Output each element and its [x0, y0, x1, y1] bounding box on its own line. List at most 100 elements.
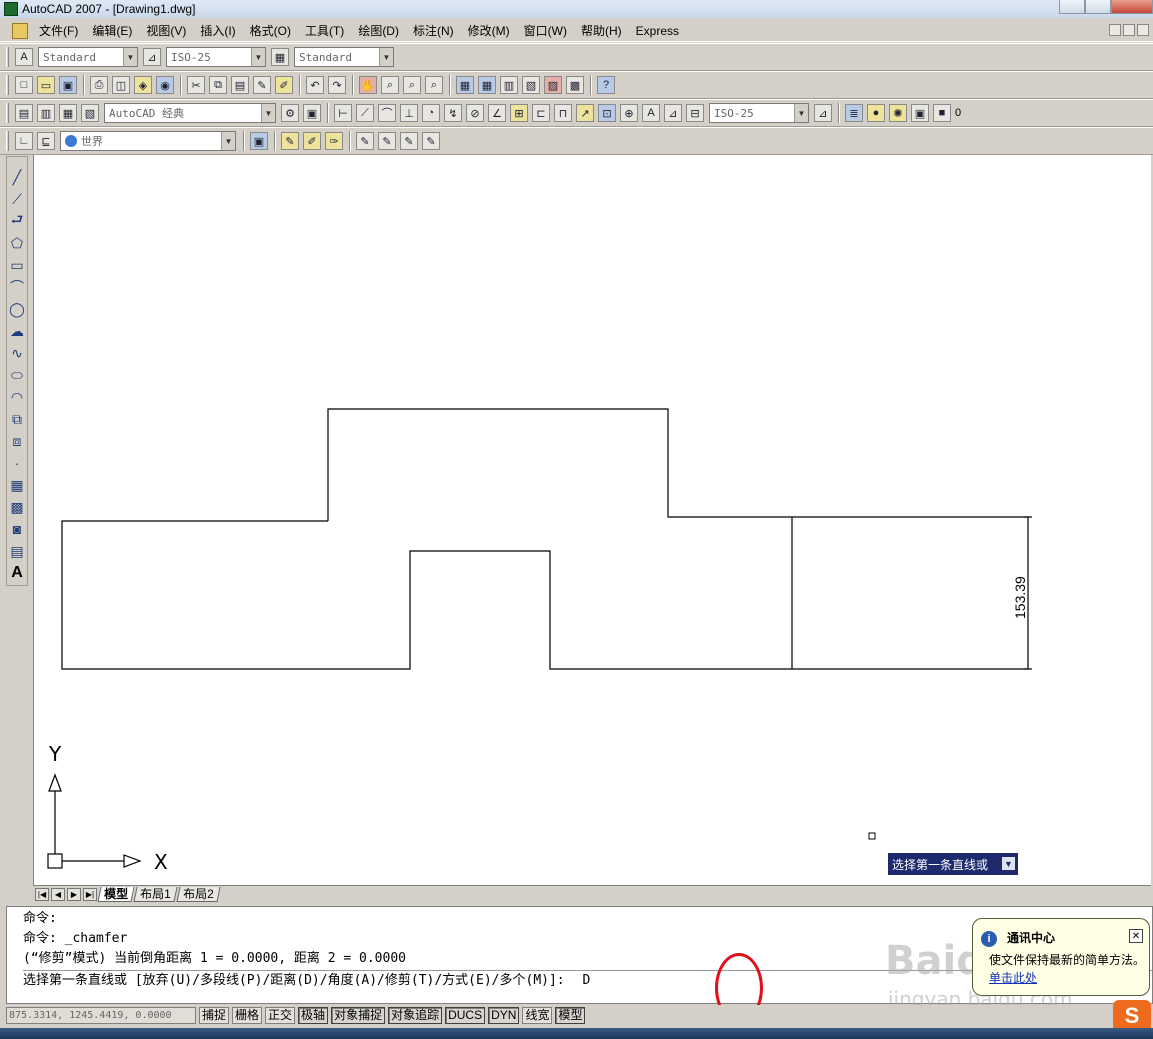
maximize-button[interactable] — [1085, 0, 1111, 14]
toggle-model[interactable]: 模型 — [555, 1006, 586, 1024]
redo-icon[interactable]: ↷ — [328, 76, 346, 94]
workspace-settings-icon[interactable]: ▥ — [37, 104, 55, 122]
ellipse-tool-icon[interactable]: ⬭ — [8, 365, 26, 385]
workspace-lock-icon[interactable]: ▣ — [303, 104, 321, 122]
new-file-icon[interactable]: □ — [15, 76, 33, 94]
open-file-icon[interactable]: ▭ — [37, 76, 55, 94]
toggle-dyn[interactable]: DYN — [488, 1006, 520, 1024]
region-tool-icon[interactable]: ◙ — [8, 519, 26, 539]
toolbar-grip[interactable] — [6, 131, 9, 151]
construction-line-icon[interactable]: ⟋ — [8, 189, 26, 209]
help-icon[interactable]: ? — [597, 76, 615, 94]
toolbar-grip[interactable] — [6, 103, 9, 123]
calculator-icon[interactable]: ▩ — [566, 76, 584, 94]
drawing-canvas[interactable]: 153.39 Y X 选择第一条直线或 ▼ — [33, 155, 1151, 885]
toggle-ducs[interactable]: DUCS — [445, 1006, 486, 1024]
command-input[interactable]: D — [582, 973, 590, 988]
dim-style-manager-icon[interactable]: ⊿ — [814, 104, 832, 122]
arc-tool-icon[interactable]: ⌒ — [8, 277, 26, 297]
edit-hatch-icon[interactable]: ✐ — [303, 132, 321, 150]
polyline-tool-icon[interactable]: ⮐ — [8, 211, 26, 231]
doc-restore-button[interactable] — [1123, 24, 1135, 36]
revision-cloud-icon[interactable]: ☁ — [8, 321, 26, 341]
toggle-snap[interactable]: 捕捉 — [199, 1006, 230, 1024]
menu-help[interactable]: 帮助(H) — [574, 20, 629, 42]
dimension-edit-icon[interactable]: A — [642, 104, 660, 122]
workspace-customize-icon[interactable]: ▧ — [81, 104, 99, 122]
zoom-realtime-icon[interactable]: ⌕ — [381, 76, 399, 94]
layer-name[interactable]: 0 — [955, 107, 961, 119]
rectangle-tool-icon[interactable]: ▭ — [8, 255, 26, 275]
dimension-update-icon[interactable]: ⊟ — [686, 104, 704, 122]
menu-view[interactable]: 视图(V) — [139, 20, 193, 42]
paste-icon[interactable]: ▤ — [231, 76, 249, 94]
multiline-text-icon[interactable]: A — [8, 563, 26, 583]
dim-style-icon[interactable]: ⊿ — [143, 48, 161, 66]
zoom-window-icon[interactable]: ⌕ — [403, 76, 421, 94]
dwf-icon[interactable]: ◉ — [156, 76, 174, 94]
point-tool-icon[interactable]: · — [8, 453, 26, 473]
previous-tab-icon[interactable]: ◀ — [51, 887, 65, 901]
workspace-icon[interactable]: ▤ — [15, 104, 33, 122]
menu-edit[interactable]: 编辑(E) — [85, 20, 139, 42]
make-block-icon[interactable]: ⧈ — [8, 431, 26, 451]
aligned-dimension-icon[interactable]: ⟋ — [356, 104, 374, 122]
menu-file[interactable]: 文件(F) — [32, 20, 85, 42]
cut-icon[interactable]: ✂ — [187, 76, 205, 94]
match-properties-icon[interactable]: ✎ — [253, 76, 271, 94]
baseline-dimension-icon[interactable]: ⊏ — [532, 104, 550, 122]
tab-layout1[interactable]: 布局1 — [133, 886, 178, 902]
viewport-icon[interactable]: ▣ — [250, 132, 268, 150]
close-button[interactable] — [1111, 0, 1153, 14]
arc-length-icon[interactable]: ⌒ — [378, 104, 396, 122]
menu-tools[interactable]: 工具(T) — [298, 20, 351, 42]
edit-polyline-icon[interactable]: ✑ — [325, 132, 343, 150]
circle-tool-icon[interactable]: ◯ — [8, 299, 26, 319]
refedit-remove-icon[interactable]: ✎ — [400, 132, 418, 150]
toggle-grid[interactable]: 栅格 — [232, 1006, 263, 1024]
ellipse-arc-icon[interactable]: ◠ — [8, 387, 26, 407]
leader-icon[interactable]: ↗ — [576, 104, 594, 122]
menu-window[interactable]: 窗口(W) — [517, 20, 574, 42]
workspace-save-icon[interactable]: ▦ — [59, 104, 77, 122]
document-icon[interactable] — [12, 22, 28, 39]
menu-dimension[interactable]: 标注(N) — [406, 20, 461, 42]
line-tool-icon[interactable]: ╱ — [8, 167, 26, 187]
refedit-add-icon[interactable]: ✎ — [378, 132, 396, 150]
doc-minimize-button[interactable] — [1109, 24, 1121, 36]
menu-modify[interactable]: 修改(M) — [461, 20, 517, 42]
spline-tool-icon[interactable]: ∿ — [8, 343, 26, 363]
refedit-icon[interactable]: ✎ — [356, 132, 374, 150]
last-tab-icon[interactable]: ▶| — [83, 887, 97, 901]
quick-dimension-icon[interactable]: ⊞ — [510, 104, 528, 122]
edit-text-icon[interactable]: ✎ — [281, 132, 299, 150]
dimension-text-edit-icon[interactable]: ⊿ — [664, 104, 682, 122]
refedit-save-icon[interactable]: ✎ — [422, 132, 440, 150]
text-style-icon[interactable]: A — [15, 48, 33, 66]
dim-style-select[interactable]: ISO-25 ▼ — [166, 47, 266, 67]
toggle-otrack[interactable]: 对象追踪 — [388, 1006, 443, 1024]
polygon-tool-icon[interactable]: ⬠ — [8, 233, 26, 253]
markup-icon[interactable]: ▨ — [544, 76, 562, 94]
autocad-app-icon[interactable] — [4, 2, 18, 16]
tolerance-icon[interactable]: ⊡ — [598, 104, 616, 122]
toggle-lineweight[interactable]: 线宽 — [522, 1006, 553, 1024]
sheet-set-icon[interactable]: ▧ — [522, 76, 540, 94]
toggle-ortho[interactable]: 正交 — [265, 1006, 296, 1024]
toolbar-grip[interactable] — [6, 75, 9, 95]
toolbar-grip[interactable] — [6, 47, 9, 67]
dropdown-arrow-icon[interactable]: ▼ — [1002, 857, 1015, 870]
publish-icon[interactable]: ◈ — [134, 76, 152, 94]
ordinate-dimension-icon[interactable]: ⊥ — [400, 104, 418, 122]
jogged-dimension-icon[interactable]: ↯ — [444, 104, 462, 122]
print-preview-icon[interactable]: ◫ — [112, 76, 130, 94]
coordinate-readout[interactable]: 875.3314, 1245.4419, 0.0000 — [6, 1006, 196, 1024]
diameter-dimension-icon[interactable]: ⊘ — [466, 104, 484, 122]
continue-dimension-icon[interactable]: ⊓ — [554, 104, 572, 122]
layer-manager-icon[interactable]: ≣ — [845, 104, 863, 122]
workspace-select[interactable]: AutoCAD 经典 ▼ — [104, 103, 276, 123]
radius-dimension-icon[interactable]: ◔ — [422, 104, 440, 122]
undo-icon[interactable]: ↶ — [306, 76, 324, 94]
table-tool-icon[interactable]: ▤ — [8, 541, 26, 561]
text-style-select[interactable]: Standard ▼ — [38, 47, 138, 67]
